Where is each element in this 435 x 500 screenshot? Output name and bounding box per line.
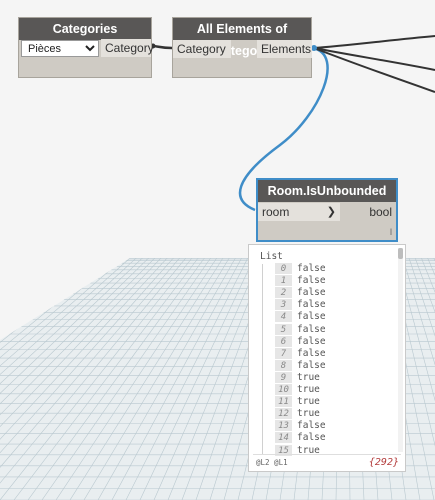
- list-item-index: 10: [275, 384, 292, 395]
- scrollbar[interactable]: [398, 248, 403, 452]
- list-item-value: false: [297, 275, 326, 287]
- all-elements-node[interactable]: All Elements of Category Category Elemen…: [172, 17, 312, 78]
- list-item-value: true: [297, 371, 320, 383]
- list-item-index: 6: [275, 335, 292, 347]
- node-title: Categories: [19, 18, 151, 40]
- list-item-index: 8: [275, 359, 292, 371]
- chevron-right-icon[interactable]: ❯: [327, 203, 336, 221]
- list-item: 12 true: [275, 408, 385, 420]
- list-item-value: false: [297, 335, 326, 347]
- list-item-value: true: [297, 396, 320, 408]
- list-count: {292}: [368, 457, 399, 468]
- port-label: room: [262, 205, 290, 219]
- list-item-index: 5: [275, 323, 292, 335]
- output-port-bool[interactable]: bool: [369, 203, 392, 221]
- lacing-marker: l: [390, 227, 392, 237]
- input-port-category[interactable]: Category: [173, 40, 231, 58]
- list-item: 2 false: [275, 287, 385, 299]
- node-title: Room.IsUnbounded: [258, 180, 396, 202]
- divider: [253, 454, 401, 455]
- list-item: 5 false: [275, 323, 385, 336]
- output-port-category[interactable]: Category: [101, 39, 154, 57]
- list-item-value: false: [297, 432, 326, 444]
- preview-bubble[interactable]: List 0 false 1 false 2 false 3 false 4 false 5 fals…: [248, 244, 406, 472]
- list-item-value: false: [297, 311, 326, 323]
- list-item-value: false: [297, 299, 326, 311]
- list-item: 11 true: [275, 396, 385, 408]
- list-item-value: false: [297, 263, 326, 274]
- list-item-index: 14: [275, 432, 292, 444]
- list-item: 1 false: [275, 275, 385, 287]
- list-item-value: true: [297, 384, 320, 395]
- list-item-value: false: [297, 323, 326, 335]
- list-item: 10 true: [275, 384, 385, 396]
- list-item-index: 12: [275, 408, 292, 420]
- list-item-index: 0: [275, 263, 292, 274]
- list-item: 8 false: [275, 359, 385, 372]
- room-isunbounded-node[interactable]: Room.IsUnbounded room ❯ bool l: [256, 178, 398, 242]
- list-item-index: 4: [275, 311, 292, 323]
- scrollbar-thumb[interactable]: [398, 248, 403, 259]
- list-item-index: 9: [275, 371, 292, 383]
- list-item: 4 false: [275, 311, 385, 323]
- list-levels[interactable]: @L2 @L1: [256, 458, 288, 467]
- categories-node[interactable]: Categories Pièces Category: [18, 17, 154, 78]
- list-item-index: 3: [275, 299, 292, 311]
- list-item-index: 2: [275, 287, 292, 299]
- list-item: 7 false: [275, 347, 385, 360]
- list-item-index: 7: [275, 347, 292, 359]
- list-item: 0 false: [275, 263, 385, 275]
- node-title: All Elements of Category: [173, 18, 311, 58]
- list-item-index: 1: [275, 275, 292, 287]
- output-port-elements[interactable]: Elements: [257, 40, 312, 58]
- category-dropdown[interactable]: Pièces: [21, 40, 99, 57]
- wire-elements-outgoing: [313, 35, 435, 93]
- list-item-value: false: [297, 287, 326, 299]
- list-item-value: false: [297, 347, 326, 359]
- list-item: 14 false: [275, 432, 385, 444]
- list-item: 6 false: [275, 335, 385, 348]
- list-item-value: true: [297, 408, 320, 420]
- input-port-room[interactable]: room ❯: [258, 203, 340, 221]
- list-item: 13 false: [275, 420, 385, 432]
- list-item-index: 11: [275, 396, 292, 408]
- tree-guide-line: [262, 264, 263, 454]
- list-header: List: [260, 251, 283, 262]
- list-item-index: 13: [275, 420, 292, 432]
- list-item-value: false: [297, 420, 326, 432]
- list-item: 3 false: [275, 299, 385, 311]
- list-item: 9 true: [275, 371, 385, 384]
- list-item-value: false: [297, 359, 326, 371]
